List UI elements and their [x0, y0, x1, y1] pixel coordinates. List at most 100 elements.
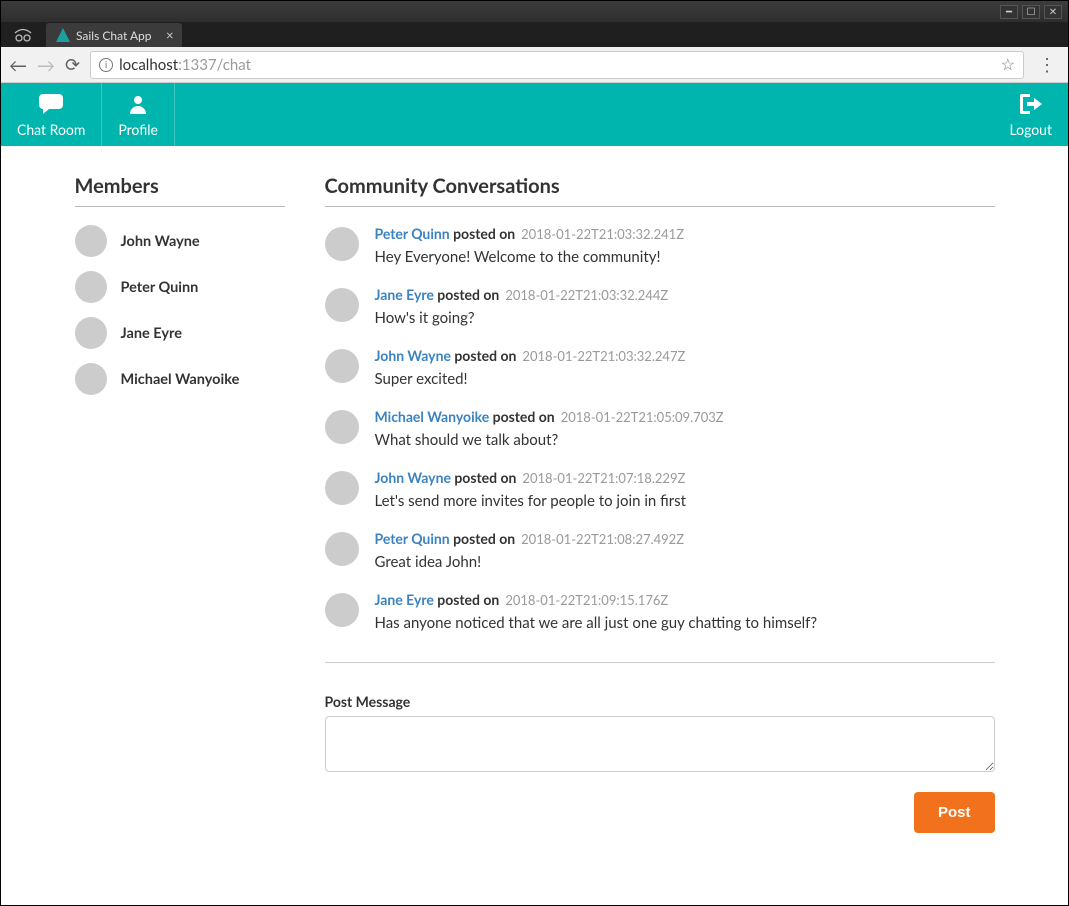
member-item[interactable]: John Wayne — [75, 225, 285, 257]
message-text: Super excited! — [375, 370, 995, 388]
chat-icon — [39, 94, 63, 119]
message-header: John Wayne posted on 2018-01-22T21:07:18.… — [375, 469, 995, 486]
member-name: Peter Quinn — [121, 279, 199, 296]
message-header: Michael Wanyoike posted on 2018-01-22T21:… — [375, 408, 995, 425]
window-minimize-button[interactable]: ━ — [1000, 5, 1018, 19]
message-author[interactable]: Michael Wanyoike — [375, 408, 490, 425]
message-text: Let's send more invites for people to jo… — [375, 492, 995, 510]
avatar — [325, 410, 359, 444]
message-item: Peter Quinn posted on 2018-01-22T21:03:32… — [325, 225, 995, 266]
nav-profile[interactable]: Profile — [102, 83, 175, 146]
bookmark-star-icon[interactable]: ☆ — [1001, 55, 1015, 74]
browser-menu-icon[interactable]: ⋮ — [1034, 53, 1060, 76]
post-row: Post — [325, 792, 995, 833]
posted-on-label: posted on — [450, 530, 515, 547]
site-info-icon[interactable]: i — [99, 58, 113, 72]
window-titlebar: ━ ☐ ✕ — [1, 1, 1068, 22]
avatar — [325, 288, 359, 322]
avatar — [75, 225, 107, 257]
posted-on-label: posted on — [434, 286, 499, 303]
message-header: Jane Eyre posted on2018-01-22T21:09:15.1… — [375, 591, 995, 608]
message-author[interactable]: Peter Quinn — [375, 530, 450, 547]
member-name: John Wayne — [121, 233, 200, 250]
logout-icon — [1020, 94, 1042, 119]
back-button[interactable]: ← — [9, 54, 27, 76]
window-maximize-button[interactable]: ☐ — [1022, 5, 1040, 19]
member-item[interactable]: Jane Eyre — [75, 317, 285, 349]
nav-label: Logout — [1009, 121, 1052, 138]
message-timestamp: 2018-01-22T21:07:18.229Z — [522, 470, 685, 486]
window-close-button[interactable]: ✕ — [1044, 5, 1062, 19]
os-window: ━ ☐ ✕ Sails Chat App × ← → ⟳ i localhost… — [0, 0, 1069, 906]
avatar — [325, 593, 359, 627]
avatar — [75, 271, 107, 303]
reload-button[interactable]: ⟳ — [65, 53, 80, 76]
member-item[interactable]: Michael Wanyoike — [75, 363, 285, 395]
message-body: Jane Eyre posted on 2018-01-22T21:03:32.2… — [375, 286, 995, 327]
page-content: Chat Room Profile Logout Members John Wa… — [1, 83, 1068, 905]
message-author[interactable]: Jane Eyre — [375, 286, 434, 303]
message-header: Peter Quinn posted on 2018-01-22T21:08:27… — [375, 530, 995, 547]
message-item: John Wayne posted on 2018-01-22T21:07:18.… — [325, 469, 995, 510]
message-body: Michael Wanyoike posted on 2018-01-22T21:… — [375, 408, 995, 449]
members-heading: Members — [75, 174, 285, 207]
message-timestamp: 2018-01-22T21:03:32.244Z — [505, 287, 668, 303]
browser-tab[interactable]: Sails Chat App × — [46, 23, 182, 47]
message-item: Peter Quinn posted on 2018-01-22T21:08:27… — [325, 530, 995, 571]
posted-on-label: posted on — [450, 225, 515, 242]
message-item: John Wayne posted on2018-01-22T21:03:32.… — [325, 347, 995, 388]
url-host: localhost:1337/chat — [119, 56, 251, 74]
message-text: Great idea John! — [375, 553, 995, 571]
member-item[interactable]: Peter Quinn — [75, 271, 285, 303]
tab-close-icon[interactable]: × — [166, 27, 174, 43]
avatar — [325, 349, 359, 383]
avatar — [325, 471, 359, 505]
nav-logout[interactable]: Logout — [993, 83, 1068, 146]
message-input[interactable] — [325, 716, 995, 772]
message-timestamp: 2018-01-22T21:09:15.176Z — [505, 592, 668, 608]
message-author[interactable]: Jane Eyre — [375, 591, 434, 608]
message-text: How's it going? — [375, 309, 995, 327]
message-text: Hey Everyone! Welcome to the community! — [375, 248, 995, 266]
sails-favicon — [56, 28, 70, 42]
message-list[interactable]: Peter Quinn posted on 2018-01-22T21:03:32… — [325, 225, 995, 663]
message-body: John Wayne posted on 2018-01-22T21:07:18.… — [375, 469, 995, 510]
conversation-section: Community Conversations Peter Quinn post… — [325, 174, 995, 833]
browser-tabstrip: Sails Chat App × — [1, 22, 1068, 47]
forward-button[interactable]: → — [37, 54, 55, 76]
message-timestamp: 2018-01-22T21:03:32.247Z — [522, 348, 685, 364]
message-timestamp: 2018-01-22T21:08:27.492Z — [521, 531, 684, 547]
avatar — [75, 317, 107, 349]
message-header: Peter Quinn posted on 2018-01-22T21:03:32… — [375, 225, 995, 242]
posted-on-label: posted on — [451, 469, 516, 486]
message-item: Michael Wanyoike posted on 2018-01-22T21:… — [325, 408, 995, 449]
nav-spacer — [175, 83, 994, 146]
app-navbar: Chat Room Profile Logout — [1, 83, 1068, 146]
member-name: Jane Eyre — [121, 325, 182, 342]
message-header: Jane Eyre posted on 2018-01-22T21:03:32.2… — [375, 286, 995, 303]
message-timestamp: 2018-01-22T21:03:32.241Z — [521, 226, 684, 242]
address-bar[interactable]: i localhost:1337/chat ☆ — [90, 51, 1024, 79]
incognito-icon — [13, 28, 33, 45]
message-author[interactable]: John Wayne — [375, 469, 451, 486]
browser-toolbar: ← → ⟳ i localhost:1337/chat ☆ ⋮ — [1, 47, 1068, 83]
message-body: Peter Quinn posted on 2018-01-22T21:08:27… — [375, 530, 995, 571]
user-icon — [128, 94, 148, 119]
nav-chat-room[interactable]: Chat Room — [1, 83, 102, 146]
member-name: Michael Wanyoike — [121, 371, 240, 388]
nav-label: Profile — [118, 121, 158, 138]
avatar — [325, 227, 359, 261]
posted-on-label: posted on — [489, 408, 554, 425]
message-body: John Wayne posted on2018-01-22T21:03:32.… — [375, 347, 995, 388]
message-timestamp: 2018-01-22T21:05:09.703Z — [561, 409, 724, 425]
nav-label: Chat Room — [17, 121, 85, 138]
post-message-label: Post Message — [325, 693, 995, 710]
avatar — [325, 532, 359, 566]
members-sidebar: Members John Wayne Peter Quinn Jane Eyre Mi… — [75, 174, 285, 833]
post-button[interactable]: Post — [914, 792, 995, 833]
message-item: Jane Eyre posted on 2018-01-22T21:03:32.2… — [325, 286, 995, 327]
message-author[interactable]: Peter Quinn — [375, 225, 450, 242]
main-container: Members John Wayne Peter Quinn Jane Eyre Mi… — [55, 174, 1015, 833]
message-header: John Wayne posted on2018-01-22T21:03:32.… — [375, 347, 995, 364]
message-author[interactable]: John Wayne — [375, 347, 451, 364]
